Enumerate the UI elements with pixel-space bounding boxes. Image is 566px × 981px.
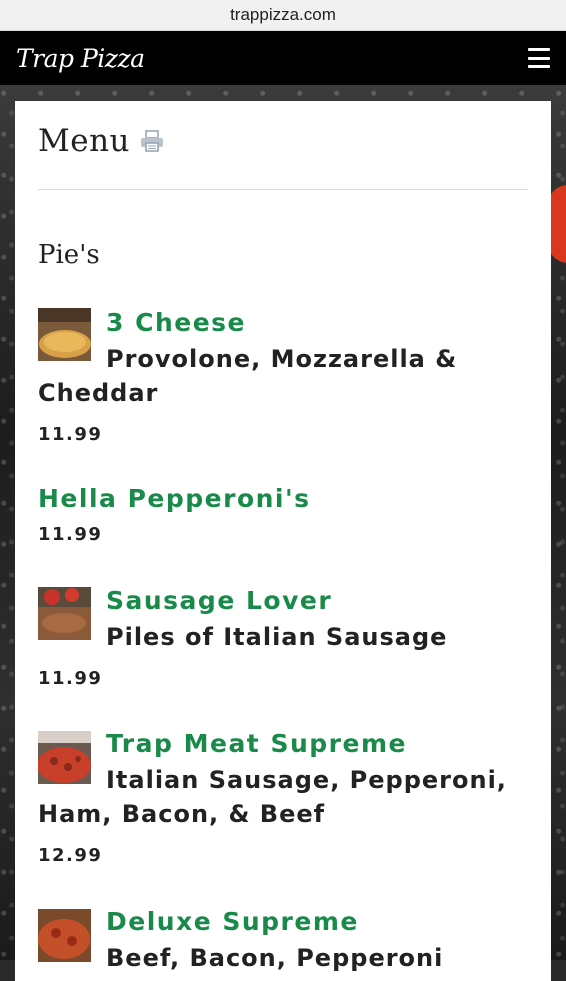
- page-title: Menu: [38, 123, 131, 159]
- page-header: Menu: [38, 123, 164, 159]
- item-name: 3 Cheese: [106, 308, 246, 337]
- item-description: Italian Sausage, Pepperoni, Ham, Bacon, …: [38, 766, 507, 828]
- item-thumbnail[interactable]: [38, 731, 91, 784]
- item-name: Sausage Lover: [106, 586, 333, 615]
- menu-item-deluxe-supreme: Deluxe Supreme Beef, Bacon, Pepperoni: [38, 903, 528, 975]
- item-price: 11.99: [38, 668, 103, 689]
- item-name: Trap Meat Supreme: [106, 729, 407, 758]
- menu-item-sausage-lover: Sausage Lover Piles of Italian Sausage 1…: [38, 582, 528, 689]
- menu-item-trap-meat-supreme: Trap Meat Supreme Italian Sausage, Peppe…: [38, 725, 528, 866]
- item-price: 11.99: [38, 424, 103, 445]
- item-name: Hella Pepperoni's: [38, 484, 311, 513]
- site-navbar: Trap Pizza: [0, 31, 566, 85]
- item-description: Provolone, Mozzarella & Cheddar: [38, 345, 458, 407]
- item-description: Beef, Bacon, Pepperoni: [106, 944, 444, 972]
- item-thumbnail[interactable]: [38, 587, 91, 640]
- item-description: Piles of Italian Sausage: [106, 623, 448, 651]
- menu-item-3-cheese: 3 Cheese Provolone, Mozzarella & Cheddar…: [38, 304, 528, 445]
- item-price: 12.99: [38, 845, 103, 866]
- item-thumbnail[interactable]: [38, 909, 91, 962]
- item-name: Deluxe Supreme: [106, 907, 359, 936]
- print-icon[interactable]: [140, 130, 164, 152]
- menu-card: Menu Pie's 3 Cheese Provolone, Mozzarell…: [15, 101, 551, 981]
- url-text: trappizza.com: [230, 5, 336, 24]
- menu-item-hella-pepperonis: Hella Pepperoni's 11.99: [38, 480, 528, 545]
- item-thumbnail[interactable]: [38, 308, 91, 361]
- item-price: 11.99: [38, 524, 103, 545]
- hamburger-menu-icon[interactable]: [528, 48, 550, 68]
- header-divider: [38, 189, 528, 190]
- brand-logo[interactable]: Trap Pizza: [16, 44, 145, 73]
- address-bar[interactable]: trappizza.com: [0, 0, 566, 31]
- section-title: Pie's: [38, 240, 100, 270]
